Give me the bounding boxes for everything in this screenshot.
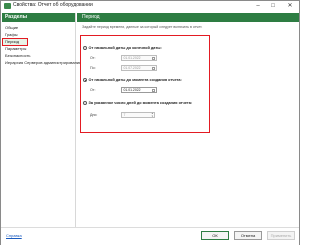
radio-date-range[interactable] [83, 46, 87, 50]
calendar-icon[interactable] [151, 66, 156, 70]
option-days-before[interactable]: За указанное число дней до момента созда… [83, 100, 192, 106]
option-start-to-now-label: От начальной даты до момента создания от… [88, 78, 182, 82]
close-button[interactable]: ✕ [284, 1, 296, 11]
sidebar-item-security[interactable]: Безопасность [5, 53, 31, 59]
maximize-button[interactable]: □ [267, 1, 279, 11]
from-date-field-2[interactable]: 01.01.2022 [121, 87, 157, 93]
to-date-field[interactable]: 01.07.2022 [121, 65, 157, 71]
option-date-range-label: От начальной даты до конечной даты: [88, 46, 162, 50]
radio-start-to-now[interactable] [83, 78, 87, 82]
days-stepper[interactable]: 7 ▲ ▼ [121, 112, 155, 118]
sidebar-item-period[interactable]: Период [2, 38, 28, 46]
spin-arrows-icon[interactable]: ▲ ▼ [151, 112, 153, 118]
sections-sidebar: Разделы Общие Графы Период Параметры Без… [2, 13, 81, 228]
from-label-1: От: [90, 56, 96, 60]
option-date-range[interactable]: От начальной даты до конечной даты: [83, 45, 162, 51]
ok-button[interactable]: ОК [201, 231, 229, 240]
option-days-before-label: За указанное число дней до момента созда… [88, 101, 193, 105]
app-icon [4, 3, 11, 9]
days-label: Дни: [90, 113, 98, 117]
radio-days-before[interactable] [83, 101, 87, 105]
from-date-field-1[interactable]: 01.01.2022 [121, 55, 157, 61]
sidebar-item-server-hierarchy[interactable]: Иерархия Серверов администрирования [5, 60, 81, 66]
to-label: По: [90, 66, 96, 70]
sidebar-item-parameters[interactable]: Параметры [5, 46, 26, 52]
days-value: 7 [123, 113, 126, 117]
section-header: Период [77, 13, 299, 22]
properties-window: Свойства: Отчет об оборудовании – □ ✕ Ра… [0, 0, 300, 245]
section-description: Задайте период времени, данные за которы… [82, 25, 203, 29]
from-date-value-1: 01.01.2022 [123, 56, 141, 60]
cancel-button[interactable]: Отмена [234, 231, 262, 240]
from-date-value-2: 01.01.2022 [123, 88, 141, 92]
footer-bar: Справка ОК Отмена Применить [1, 227, 299, 245]
calendar-icon[interactable] [151, 88, 156, 92]
sidebar-header: Разделы [2, 13, 75, 22]
sidebar-item-columns[interactable]: Графы [5, 32, 18, 38]
apply-button[interactable]: Применить [267, 231, 295, 240]
title-bar: Свойства: Отчет об оборудовании – □ ✕ [1, 1, 299, 12]
help-link[interactable]: Справка [6, 233, 22, 238]
sidebar-item-general[interactable]: Общие [5, 25, 18, 31]
calendar-icon[interactable] [151, 56, 156, 60]
option-start-to-now[interactable]: От начальной даты до момента создания от… [83, 77, 182, 83]
window-title: Свойства: Отчет об оборудовании [13, 2, 93, 8]
to-date-value: 01.07.2022 [123, 66, 141, 70]
from-label-2: От: [90, 88, 96, 92]
minimize-button[interactable]: – [252, 1, 264, 11]
